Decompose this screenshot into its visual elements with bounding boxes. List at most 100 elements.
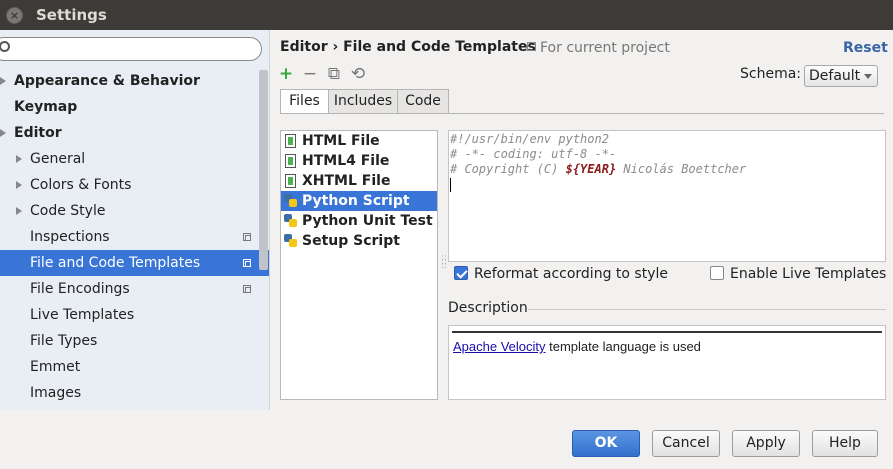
live-templates-label: Enable Live Templates [730, 266, 887, 282]
sidebar-item[interactable]: File Types [0, 328, 269, 354]
tab-files[interactable]: Files [280, 89, 329, 114]
settings-sidebar: Appearance & Behavior Keymap Editor General… [0, 30, 270, 410]
reformat-checkbox[interactable]: Reformat according to style [454, 266, 668, 282]
project-scope-icon [243, 233, 251, 241]
editor-text: Nicolás Boettcher [616, 162, 747, 176]
python-icon [284, 214, 297, 228]
sidebar-item[interactable]: Images [0, 380, 269, 406]
scope-indicator: For current project [527, 40, 670, 56]
editor-line: #!/usr/bin/env python2 [450, 132, 609, 146]
html-file-icon [285, 154, 296, 168]
sidebar-item-label: Colors & Fonts [30, 177, 132, 193]
search-icon [0, 41, 10, 52]
sidebar-item[interactable]: Appearance & Behavior [0, 68, 269, 94]
template-item[interactable]: HTML4 File [281, 151, 437, 171]
sidebar-item[interactable]: Live Templates [0, 302, 269, 328]
search-input[interactable] [0, 37, 262, 61]
template-item[interactable]: Python Script [281, 191, 437, 211]
project-scope-icon [243, 285, 251, 293]
sidebar-item[interactable]: Editor [0, 120, 269, 146]
chevron-right-icon[interactable] [0, 77, 6, 85]
tab-code[interactable]: Code [397, 89, 449, 114]
sidebar-item[interactable]: General [0, 146, 269, 172]
schema-select[interactable]: Default [804, 65, 878, 87]
template-item[interactable]: Python Unit Test [281, 211, 437, 231]
template-item[interactable]: HTML File [281, 131, 437, 151]
chevron-down-icon [864, 74, 872, 79]
template-item-label: Python Script [302, 193, 410, 209]
description-text: Apache Velocity template language is use… [453, 339, 701, 354]
reset-template-icon[interactable]: ⟲ [349, 65, 367, 83]
template-item[interactable]: XHTML File [281, 171, 437, 191]
text-cursor [450, 177, 451, 192]
schema-label: Schema: [740, 66, 802, 82]
chevron-right-icon[interactable] [0, 129, 6, 137]
reset-link[interactable]: Reset [843, 40, 888, 56]
window-title: Settings [36, 6, 107, 24]
sidebar-item-label: Keymap [14, 99, 78, 115]
sidebar-item[interactable]: Colors & Fonts [0, 172, 269, 198]
sidebar-item[interactable]: Code Style [0, 198, 269, 224]
title-bar: × Settings [0, 0, 893, 30]
template-editor[interactable]: #!/usr/bin/env python2 # -*- coding: utf… [448, 130, 886, 262]
html-file-icon [285, 134, 296, 148]
project-scope-icon [527, 42, 536, 51]
template-item-label: Python Unit Test [302, 213, 433, 229]
template-item[interactable]: Setup Script [281, 231, 437, 251]
sidebar-item-label: File Types [30, 333, 98, 349]
chevron-right-icon[interactable] [16, 207, 22, 215]
description-separator [528, 309, 886, 310]
add-template-icon[interactable]: + [277, 65, 295, 83]
sidebar-item[interactable]: File and Code Templates [0, 250, 269, 276]
editor-line: # -*- coding: utf-8 -*- [450, 147, 617, 161]
ok-button[interactable]: OK [572, 430, 640, 457]
remove-template-icon[interactable]: − [301, 65, 319, 83]
settings-tree: Appearance & Behavior Keymap Editor General… [0, 68, 269, 406]
sidebar-item-label: File Encodings [30, 281, 130, 297]
template-variable: ${YEAR} [565, 162, 617, 176]
sidebar-scrollbar[interactable] [259, 70, 268, 270]
close-icon[interactable]: × [6, 7, 23, 24]
dialog-buttons: OK Cancel Apply Help [0, 410, 893, 469]
tab-includes[interactable]: Includes [328, 89, 398, 114]
reformat-label: Reformat according to style [474, 266, 668, 282]
checkbox-unchecked-icon [710, 266, 724, 280]
template-item-label: HTML4 File [302, 153, 390, 169]
copy-template-icon[interactable]: ⧉ [325, 65, 343, 83]
sidebar-item-label: File and Code Templates [30, 255, 201, 271]
schema-value: Default [809, 68, 861, 84]
sidebar-item-label: Code Style [30, 203, 106, 219]
editor-text: # Copyright (C) [450, 162, 566, 176]
sidebar-item-label: General [30, 151, 86, 167]
apache-velocity-link[interactable]: Apache Velocity [453, 339, 546, 354]
apply-button[interactable]: Apply [732, 430, 800, 457]
template-toolbar: + − ⧉ ⟲ [277, 65, 373, 85]
sidebar-item-label: Inspections [30, 229, 110, 245]
breadcrumb: Editor › File and Code Templates [280, 39, 536, 55]
description-body: template language is used [545, 339, 701, 354]
template-item-label: Setup Script [302, 233, 400, 249]
python-icon [284, 234, 297, 248]
project-scope-icon [243, 259, 251, 267]
settings-content: Editor › File and Code Templates For cur… [271, 30, 893, 410]
sidebar-item-label: Editor [14, 125, 62, 141]
python-icon [284, 194, 297, 208]
editor-line: # Copyright (C) ${YEAR} Nicolás Boettche… [450, 162, 885, 177]
description-panel: Apache Velocity template language is use… [448, 325, 886, 400]
sidebar-item-label: Appearance & Behavior [14, 73, 200, 89]
chevron-right-icon[interactable] [16, 181, 22, 189]
tab-divider [280, 113, 884, 114]
sidebar-item[interactable]: Keymap [0, 94, 269, 120]
help-button[interactable]: Help [812, 430, 878, 457]
live-templates-checkbox[interactable]: Enable Live Templates [710, 266, 886, 282]
sidebar-item[interactable]: Inspections [0, 224, 269, 250]
sidebar-item[interactable]: File Encodings [0, 276, 269, 302]
template-list: HTML File HTML4 File XHTML File Python Scri… [280, 130, 438, 400]
chevron-right-icon[interactable] [16, 155, 22, 163]
cancel-button[interactable]: Cancel [652, 430, 720, 457]
editor-line [450, 177, 885, 192]
description-rule [452, 331, 882, 333]
sidebar-item[interactable]: Emmet [0, 354, 269, 380]
splitter-grip-icon[interactable]: :::::: [441, 254, 447, 271]
sidebar-item-label: Images [30, 385, 82, 401]
